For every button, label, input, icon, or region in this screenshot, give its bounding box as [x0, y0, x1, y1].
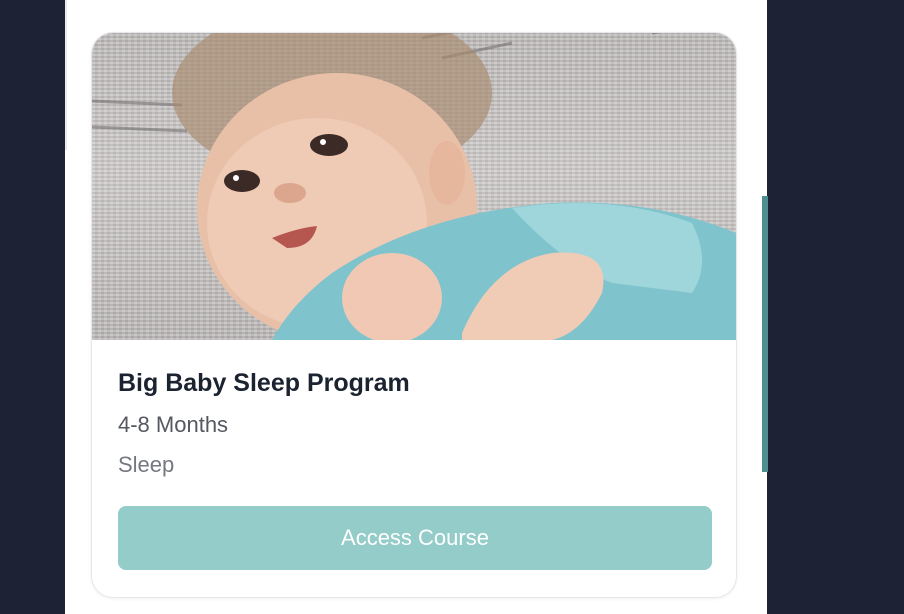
baby-photo-illustration	[92, 33, 736, 340]
access-course-button[interactable]: Access Course	[118, 506, 712, 570]
course-card[interactable]: Big Baby Sleep Program 4-8 Months Sleep …	[91, 32, 737, 598]
course-image	[92, 33, 736, 340]
panel-divider	[65, 0, 67, 150]
course-title: Big Baby Sleep Program	[118, 369, 410, 397]
course-age-range: 4-8 Months	[118, 412, 229, 437]
course-category: Sleep	[118, 452, 175, 477]
scrollbar-thumb[interactable]	[762, 196, 768, 472]
